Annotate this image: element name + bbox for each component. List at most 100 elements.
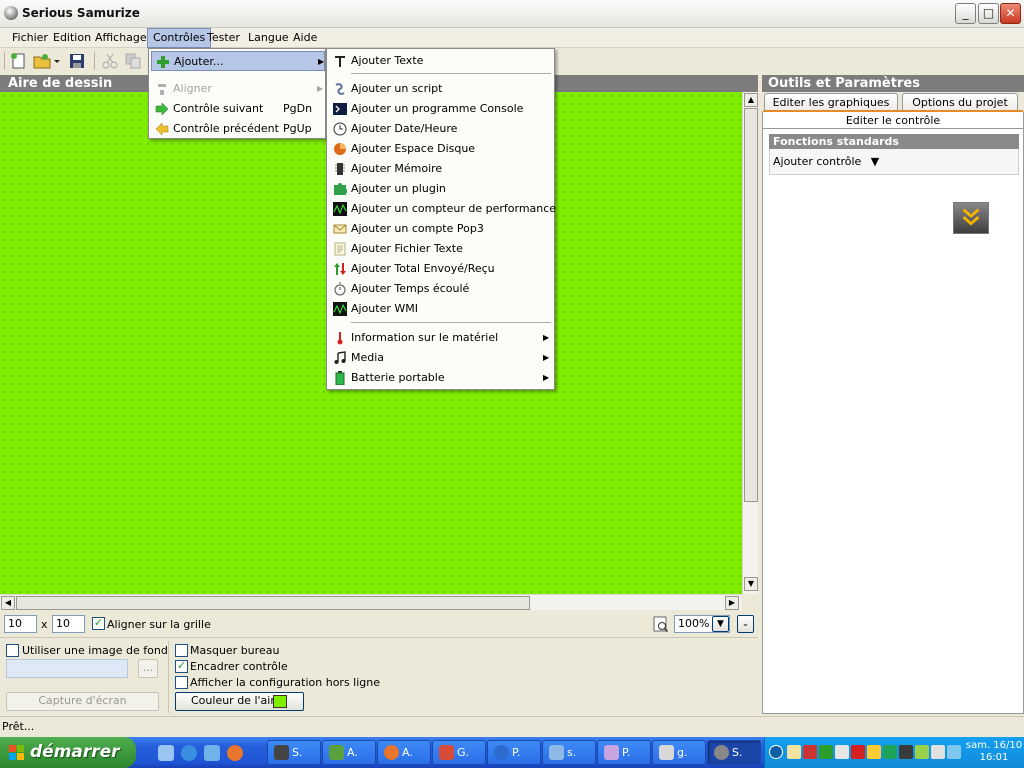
scroll-right-icon[interactable]: ▶ (725, 596, 739, 610)
clock[interactable]: sam. 16/10 16:01 (965, 740, 1023, 764)
close-button[interactable]: ✕ (1000, 3, 1021, 24)
quicklaunch-firefox-icon[interactable] (227, 745, 243, 761)
tray-app-icon[interactable] (835, 745, 849, 759)
copy-icon[interactable] (124, 52, 142, 70)
tray-notes-icon[interactable] (787, 745, 801, 759)
dropdown-arrow-icon[interactable]: ▼ (871, 155, 879, 168)
quicklaunch-desktop-icon[interactable] (158, 745, 174, 761)
task-app-icon (494, 745, 509, 760)
menu-media[interactable]: Media ▶ (329, 348, 554, 368)
tray-app-icon[interactable] (819, 745, 833, 759)
horizontal-scroll-thumb[interactable] (16, 596, 530, 610)
tab-options-projet[interactable]: Options du projet (902, 93, 1018, 111)
menu-ajouter-console[interactable]: Ajouter un programme Console (329, 99, 554, 119)
menu-ajouter-wmi[interactable]: Ajouter WMI (329, 299, 554, 319)
bg-image-path-input[interactable] (6, 659, 128, 678)
task-button-2[interactable]: A. (322, 740, 376, 765)
task-button-4[interactable]: G. (432, 740, 486, 765)
zoom-icon[interactable] (652, 615, 670, 633)
task-label: A. (347, 746, 358, 759)
menu-ajouter-date[interactable]: Ajouter Date/Heure (329, 119, 554, 139)
menu-fichier[interactable]: Fichier (7, 28, 53, 48)
task-button-8[interactable]: g. (652, 740, 706, 765)
menu-ajouter-script[interactable]: Ajouter un script (329, 79, 554, 99)
quicklaunch-outlook-icon[interactable] (204, 745, 220, 761)
menu-affichage[interactable]: Affichage (90, 28, 152, 48)
task-button-1[interactable]: S. (267, 740, 321, 765)
arrow-right-icon (155, 102, 169, 116)
task-label: s. (567, 746, 577, 759)
ajouter-submenu: Ajouter Texte Ajouter un script Ajouter … (326, 48, 556, 390)
menu-item-label: Ajouter Temps écoulé (351, 282, 470, 295)
menu-controle-precedent-item[interactable]: Contrôle précédent PgUp (151, 119, 325, 139)
zoom-dropdown-icon[interactable]: ▼ (712, 616, 729, 632)
task-button-6[interactable]: s. (542, 740, 596, 765)
task-button-7[interactable]: P. (597, 740, 651, 765)
menu-tester[interactable]: Tester (202, 28, 245, 48)
grid-x-input[interactable]: 10 (4, 615, 37, 633)
vertical-scroll-thumb[interactable] (744, 108, 758, 502)
encadrer-checkbox[interactable]: ✓ (175, 660, 188, 673)
tray-app-icon[interactable] (867, 745, 881, 759)
capture-button[interactable]: Capture d'écran (6, 692, 159, 711)
maximize-button[interactable]: □ (978, 3, 999, 24)
quicklaunch-ie-icon[interactable] (181, 745, 197, 761)
task-button-5[interactable]: P. (487, 740, 541, 765)
menu-ajouter-compteur[interactable]: Ajouter un compteur de performance (329, 199, 556, 219)
area-color-button[interactable]: Couleur de l'aire (175, 692, 304, 711)
afficher-checkbox[interactable] (175, 676, 188, 689)
new-file-icon[interactable] (10, 52, 28, 70)
tray-volume-icon[interactable] (931, 745, 945, 759)
grid-y-input[interactable]: 10 (52, 615, 85, 633)
menu-ajouter-texte[interactable]: Ajouter Texte (329, 51, 554, 71)
menu-langue[interactable]: Langue (243, 28, 294, 48)
menu-ajouter-temps[interactable]: Ajouter Temps écoulé (329, 279, 554, 299)
scroll-up-icon[interactable]: ▲ (744, 93, 758, 107)
tray-app-icon[interactable] (883, 745, 897, 759)
tab-editer-controle[interactable]: Editer le contrôle (762, 110, 1024, 128)
arrow-left-icon (155, 122, 169, 136)
menu-batterie[interactable]: Batterie portable ▶ (329, 368, 554, 388)
menu-ajouter-fichier-texte[interactable]: Ajouter Fichier Texte (329, 239, 554, 259)
add-control-dropdown[interactable]: Ajouter contrôle ▼ (773, 155, 879, 168)
expand-chevrons-icon[interactable] (953, 202, 989, 234)
start-button[interactable]: démarrer (0, 737, 136, 768)
bg-image-checkbox[interactable] (6, 644, 19, 657)
console-icon (333, 103, 347, 115)
tray-app-icon[interactable] (899, 745, 913, 759)
menu-ajouter-item[interactable]: Ajouter... ▶ (151, 51, 325, 71)
masquer-checkbox[interactable] (175, 644, 188, 657)
open-folder-icon[interactable] (33, 52, 51, 70)
menu-ajouter-disque[interactable]: Ajouter Espace Disque (329, 139, 554, 159)
bottom-panel: Utiliser une image de fond ... Capture d… (0, 637, 758, 715)
tray-expand-icon[interactable] (769, 745, 783, 759)
menu-ajouter-memoire[interactable]: Ajouter Mémoire (329, 159, 554, 179)
menu-ajouter-total[interactable]: Ajouter Total Envoyé/Reçu (329, 259, 554, 279)
tab-editer-graphiques[interactable]: Editer les graphiques (764, 93, 898, 111)
menu-edition[interactable]: Edition (48, 28, 96, 48)
menu-aide[interactable]: Aide (288, 28, 322, 48)
menu-information-materiel[interactable]: Information sur le matériel ▶ (329, 328, 554, 348)
vertical-scrollbar[interactable]: ▲ ▼ (742, 92, 758, 594)
task-button-9[interactable]: S. (707, 740, 761, 765)
collapse-panel-icon[interactable]: ⌄ (737, 615, 754, 633)
chevron-down-icon[interactable] (53, 52, 61, 70)
scroll-left-icon[interactable]: ◀ (1, 596, 15, 610)
menu-aligner-item[interactable]: Aligner ▶ (151, 79, 325, 99)
controles-menu: Ajouter... ▶ Aligner ▶ Contrôle suivant … (148, 48, 326, 139)
browse-button[interactable]: ... (138, 659, 158, 678)
tray-app-icon[interactable] (915, 745, 929, 759)
minimize-button[interactable]: _ (955, 3, 976, 24)
scroll-down-icon[interactable]: ▼ (744, 577, 758, 591)
align-grid-checkbox[interactable]: ✓ (92, 617, 105, 630)
menu-ajouter-pop3[interactable]: Ajouter un compte Pop3 (329, 219, 554, 239)
cut-icon[interactable] (101, 52, 119, 70)
save-icon[interactable] (68, 52, 86, 70)
task-button-3[interactable]: A. (377, 740, 431, 765)
horizontal-scrollbar[interactable]: ◀ ▶ (0, 594, 742, 610)
menu-ajouter-plugin[interactable]: Ajouter un plugin (329, 179, 554, 199)
tray-app-icon[interactable] (803, 745, 817, 759)
menu-controle-suivant-item[interactable]: Contrôle suivant PgDn (151, 99, 325, 119)
tray-network-icon[interactable] (947, 745, 961, 759)
tray-app-icon[interactable] (851, 745, 865, 759)
